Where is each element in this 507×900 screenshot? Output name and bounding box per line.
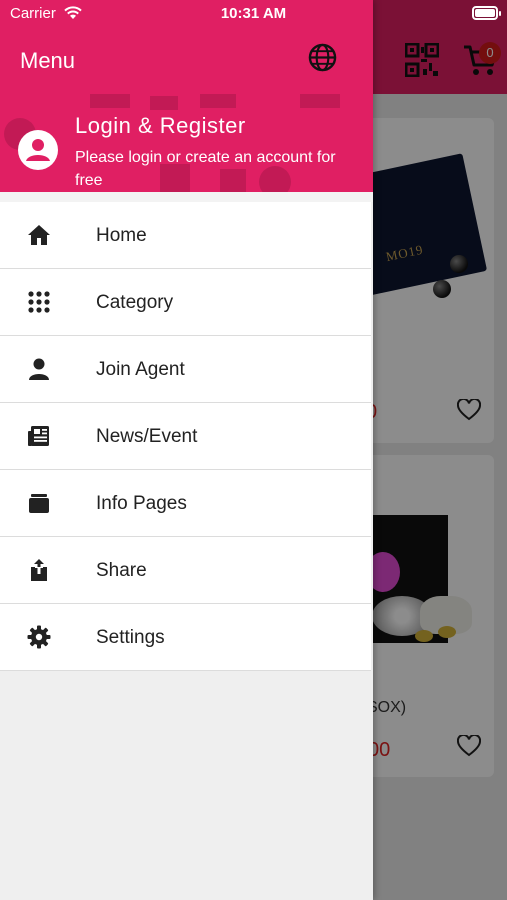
divider — [0, 192, 373, 202]
grid-icon — [28, 291, 50, 313]
login-register-subtitle: Please login or create an account for fr… — [75, 149, 336, 189]
share-icon — [31, 559, 47, 581]
menu-item-label: Join Agent — [96, 359, 185, 380]
gear-icon — [27, 625, 51, 649]
menu-item-label: Settings — [96, 627, 165, 648]
menu-item-news-event[interactable]: News/Event — [0, 403, 371, 470]
menu-item-category[interactable]: Category — [0, 269, 371, 336]
menu-item-settings[interactable]: Settings — [0, 604, 371, 671]
status-bar: Carrier 10:31 AM — [0, 0, 507, 28]
menu-item-label: Category — [96, 292, 174, 313]
menu-item-join-agent[interactable]: Join Agent — [0, 336, 371, 403]
drawer-menu: Home Category Join Agent News/Event Info… — [0, 202, 371, 671]
menu-item-label: News/Event — [96, 426, 198, 447]
archive-icon — [29, 494, 49, 513]
newspaper-icon — [28, 426, 49, 446]
menu-item-share[interactable]: Share — [0, 537, 371, 604]
login-register-title[interactable]: Login & Register — [75, 113, 246, 139]
person-icon — [29, 358, 49, 380]
avatar-icon — [18, 130, 58, 170]
menu-item-label: Home — [96, 225, 147, 246]
globe-icon[interactable] — [308, 43, 337, 72]
side-drawer: Menu Login & Register Please login or cr… — [0, 0, 373, 900]
menu-item-info-pages[interactable]: Info Pages — [0, 470, 371, 537]
drawer-title: Menu — [20, 48, 76, 73]
menu-item-home[interactable]: Home — [0, 202, 371, 269]
battery-icon — [472, 6, 501, 20]
login-register-banner[interactable]: Login & Register Please login or create … — [0, 94, 373, 192]
status-time: 10:31 AM — [220, 5, 287, 22]
home-icon — [28, 225, 50, 245]
menu-item-label: Share — [96, 560, 147, 581]
menu-item-label: Info Pages — [96, 493, 187, 514]
